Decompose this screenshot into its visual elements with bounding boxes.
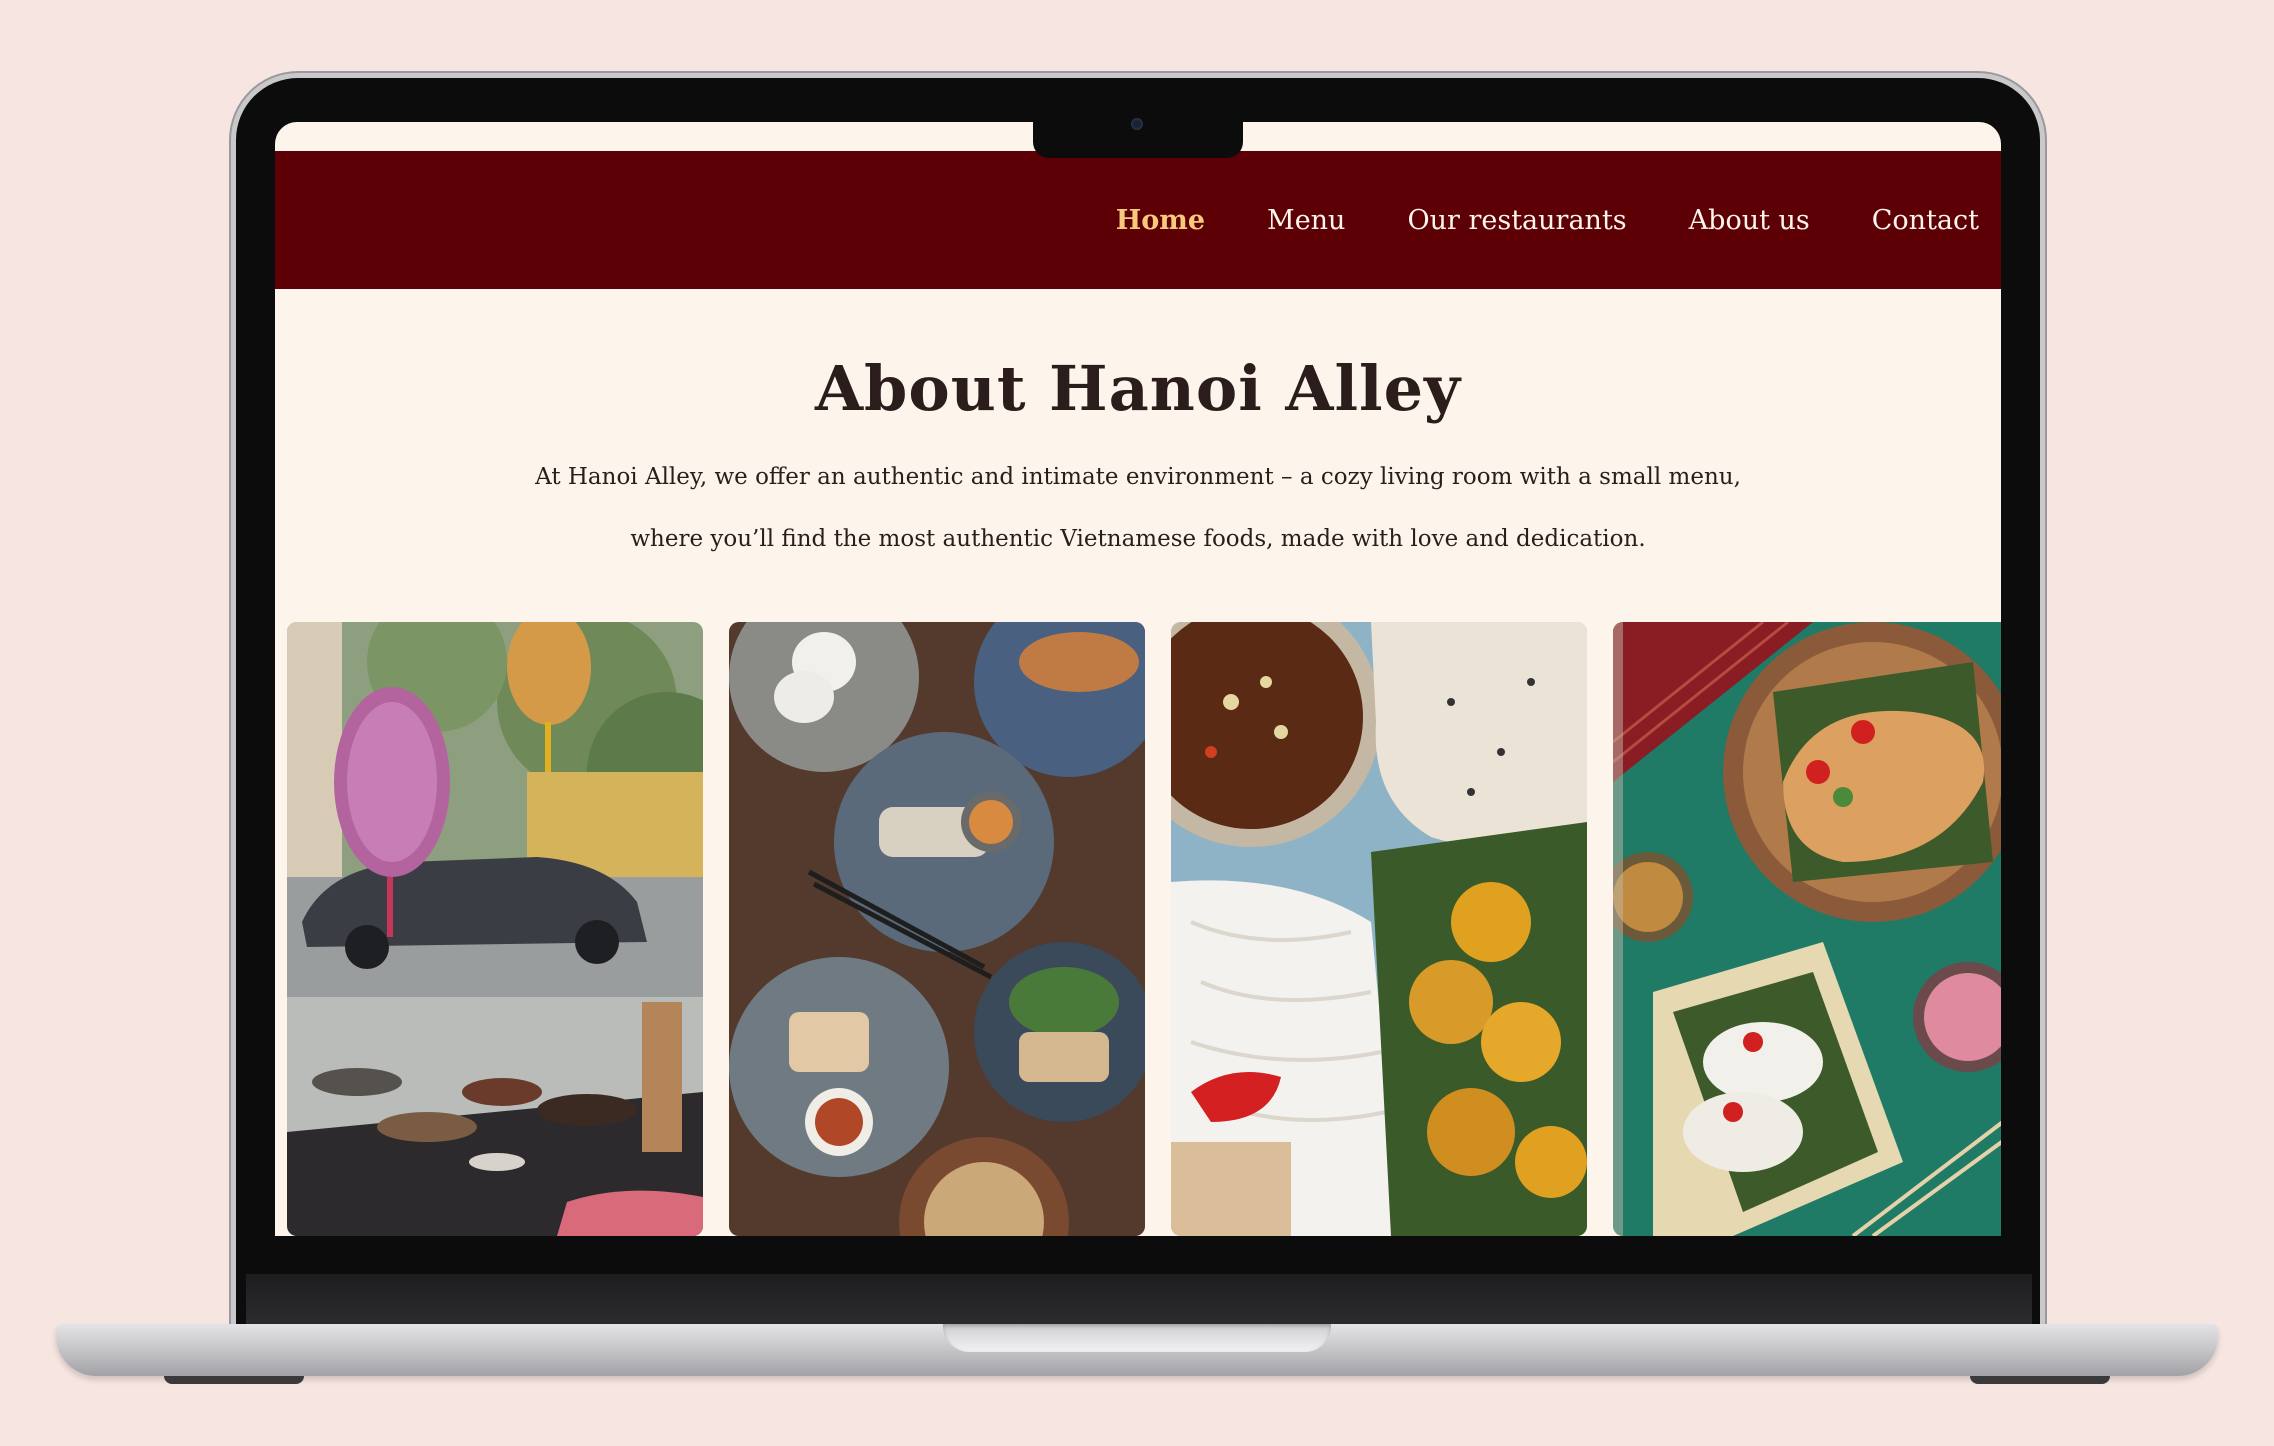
nav-our-restaurants-link[interactable]: Our restaurants <box>1407 205 1626 236</box>
gallery-photo-restaurant <box>287 622 703 1236</box>
gallery-photo-noodles <box>1171 622 1587 1236</box>
nav-contact-link[interactable]: Contact <box>1872 205 1979 236</box>
site-navbar: Home Menu Our restaurants About us Conta… <box>275 151 2001 289</box>
about-paragraph-line-1: At Hanoi Alley, we offer an authentic an… <box>535 464 1741 490</box>
nav-menu-link[interactable]: Menu <box>1267 205 1345 236</box>
nav-links: Home Menu Our restaurants About us Conta… <box>1116 151 1979 289</box>
mockup-background: Home Menu Our restaurants About us Conta… <box>0 0 2274 1446</box>
photo-gallery <box>287 622 2001 1236</box>
webcam <box>1131 118 1143 130</box>
laptop-foot-left <box>164 1376 304 1384</box>
gallery-photo-dishes <box>729 622 1145 1236</box>
laptop-opening-groove <box>943 1324 1331 1352</box>
gallery-photo-banh-mi <box>1613 622 2001 1236</box>
website-viewport: Home Menu Our restaurants About us Conta… <box>275 122 2001 1236</box>
about-title: About Hanoi Alley <box>814 352 1462 425</box>
laptop-lid-hinge <box>246 1274 2032 1326</box>
nav-about-us-link[interactable]: About us <box>1689 205 1810 236</box>
nav-home-link[interactable]: Home <box>1116 205 1205 236</box>
about-paragraph-line-2: where you’ll find the most authentic Vie… <box>630 526 1646 552</box>
laptop-foot-right <box>1970 1376 2110 1384</box>
